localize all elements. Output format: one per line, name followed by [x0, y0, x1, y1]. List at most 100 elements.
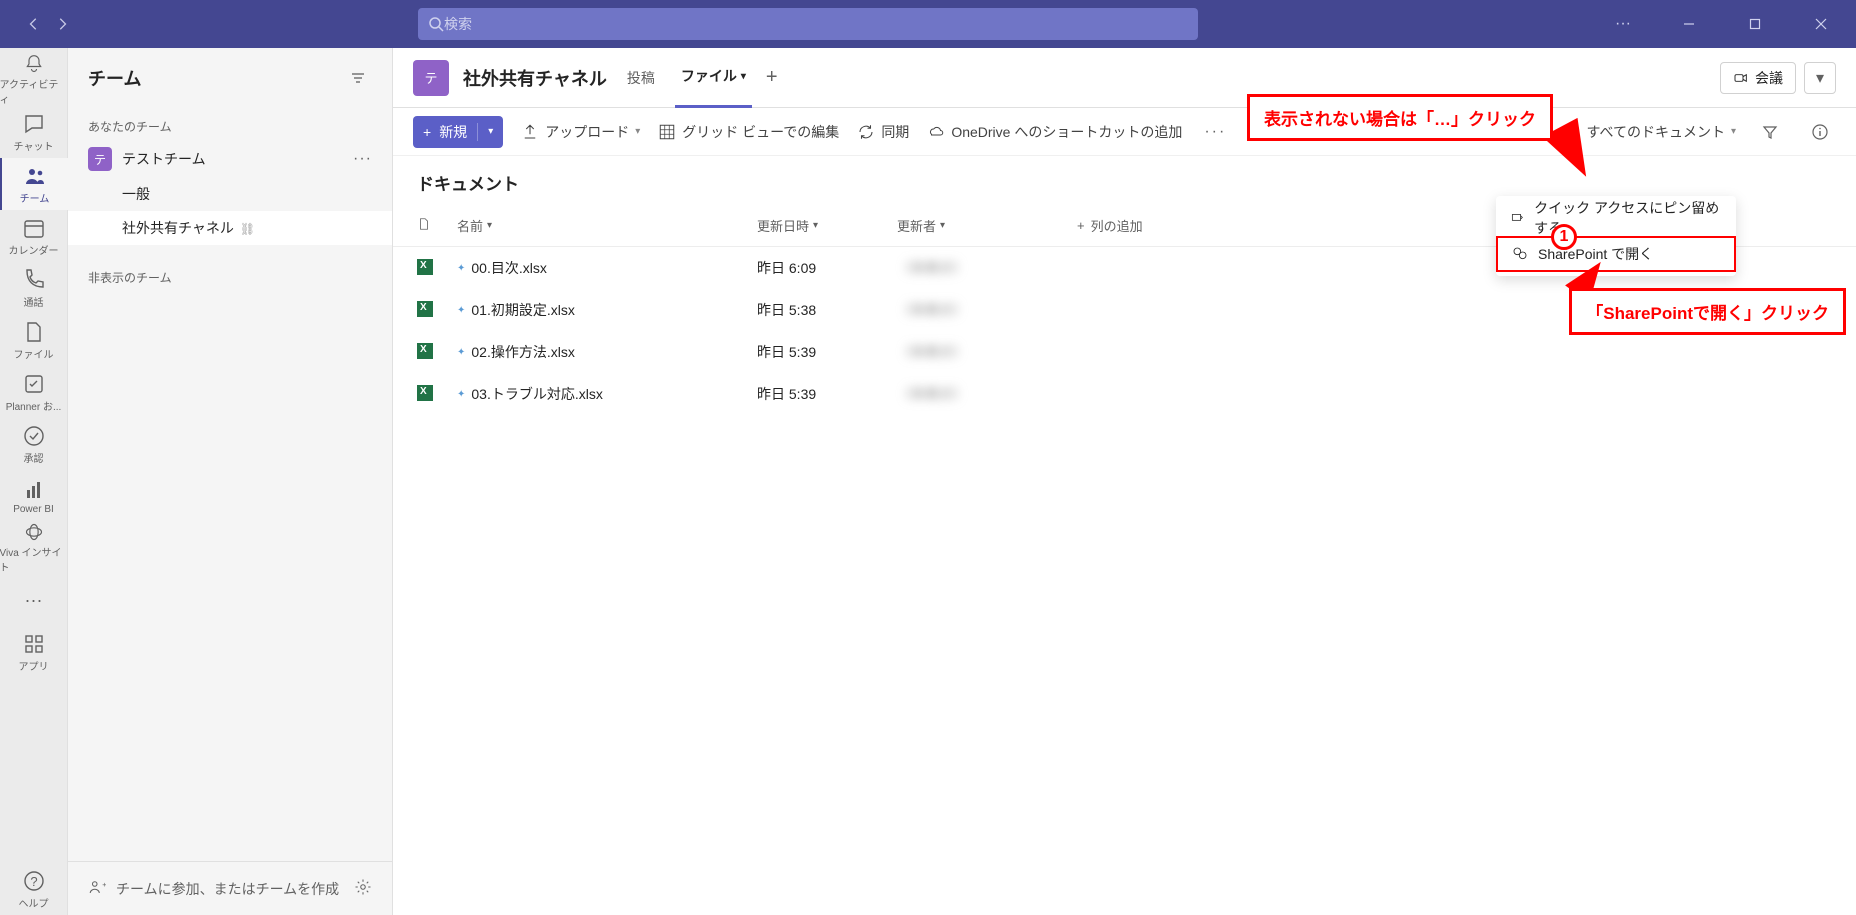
plus-icon: + [1077, 218, 1085, 233]
window-minimize-button[interactable] [1666, 8, 1712, 40]
filter-icon-button[interactable] [1754, 116, 1786, 148]
rail-activity[interactable]: アクティビティ [0, 54, 68, 106]
excel-icon [417, 385, 433, 401]
excel-icon [417, 259, 433, 275]
channel-header: テ 社外共有チャネル 投稿 ファイル▾ + 会議 ▾ [393, 48, 1856, 108]
add-column-button[interactable]: +列の追加 [1077, 216, 1143, 235]
shared-channel-icon: ⛓ [240, 222, 255, 236]
video-icon [1733, 70, 1749, 86]
excel-icon [417, 301, 433, 317]
info-icon-button[interactable] [1804, 116, 1836, 148]
file-name: 02.操作方法.xlsx [471, 342, 574, 362]
tab-files[interactable]: ファイル▾ [675, 48, 752, 108]
table-row[interactable]: ✦03.トラブル対応.xlsx昨日 5:39（非表示） [393, 373, 1856, 415]
team-name: テストチーム [122, 149, 343, 169]
rail-help[interactable]: ?ヘルプ [0, 863, 68, 915]
team-row[interactable]: テ テストチーム ··· [68, 141, 392, 177]
manage-teams-button[interactable] [354, 878, 372, 899]
file-modified-date: 昨日 5:39 [757, 342, 897, 362]
rail-teams[interactable]: チーム [0, 158, 68, 210]
sync-button[interactable]: 同期 [857, 122, 909, 142]
rail-apps[interactable]: アプリ [0, 626, 68, 678]
sidebar: チーム あなたのチーム テ テストチーム ··· 一般 社外共有チャネル⛓ 非表… [68, 48, 393, 915]
people-icon: + [88, 878, 106, 899]
channel-title: 社外共有チャネル [463, 65, 607, 91]
annotation-badge-1: 1 [1551, 224, 1577, 250]
rail-powerbi[interactable]: Power BI [0, 470, 68, 522]
svg-text:?: ? [30, 874, 37, 889]
view-selector[interactable]: すべてのドキュメント▾ [1565, 122, 1737, 142]
col-modifiedby-header[interactable]: 更新者▾ [897, 216, 1077, 235]
meet-dropdown-button[interactable]: ▾ [1804, 62, 1836, 94]
new-button[interactable]: +新規▾ [413, 116, 503, 148]
new-indicator-icon: ✦ [457, 389, 465, 400]
rail-approvals[interactable]: 承認 [0, 418, 68, 470]
team-avatar: テ [88, 147, 112, 171]
table-row[interactable]: ✦ 02.操作方法.xlsx 昨日 5:39（非表示） [393, 331, 1856, 373]
menu-pin-quick-access[interactable]: クイック アクセスにピン留めする [1496, 200, 1736, 236]
team-more-button[interactable]: ··· [353, 150, 372, 168]
tab-posts[interactable]: 投稿 [621, 48, 661, 108]
chevron-down-icon: ▾ [741, 71, 746, 82]
file-name: 00.目次.xlsx [471, 258, 546, 278]
file-modified-date: 昨日 5:38 [757, 300, 897, 320]
window-maximize-button[interactable] [1732, 8, 1778, 40]
grid-icon [658, 123, 676, 141]
titlebar: ··· [0, 0, 1856, 48]
sharepoint-icon [1512, 246, 1528, 262]
history-back-button[interactable] [22, 12, 46, 36]
menu-open-sharepoint[interactable]: SharePoint で開く [1496, 236, 1736, 272]
search-icon [428, 16, 444, 32]
new-indicator-icon: ✦ [457, 263, 465, 274]
file-modified-by: （非表示） [897, 342, 1077, 362]
rail-files[interactable]: ファイル [0, 314, 68, 366]
upload-button[interactable]: アップロード▾ [521, 122, 640, 142]
file-modified-by: （非表示） [897, 384, 1077, 404]
filter-button[interactable] [344, 64, 372, 92]
file-modified-date: 昨日 5:39 [757, 384, 897, 404]
upload-icon [521, 123, 539, 141]
sidebar-title: チーム [88, 65, 344, 91]
join-create-team-button[interactable]: チームに参加、またはチームを作成 [116, 879, 339, 899]
rail-chat[interactable]: チャット [0, 106, 68, 158]
file-modified-by: （非表示） [897, 258, 1077, 278]
search-box[interactable] [418, 8, 1198, 40]
new-indicator-icon: ✦ [457, 347, 465, 358]
toolbar-more-button[interactable]: ··· [1200, 123, 1230, 141]
excel-icon [417, 343, 433, 359]
sidebar-footer: + チームに参加、またはチームを作成 [68, 861, 392, 915]
channel-general[interactable]: 一般 [68, 177, 392, 211]
rail-calendar[interactable]: カレンダー [0, 210, 68, 262]
annotation-callout-1: 表示されない場合は「…」クリック [1247, 94, 1553, 141]
file-modified-by: （非表示） [897, 300, 1077, 320]
file-modified-date: 昨日 6:09 [757, 258, 897, 278]
history-forward-button[interactable] [50, 12, 74, 36]
more-options-button[interactable]: ··· [1600, 8, 1646, 40]
channel-external-shared[interactable]: 社外共有チャネル⛓ [68, 211, 392, 245]
col-name-header[interactable]: 名前▾ [457, 216, 757, 235]
annotation-callout-2: 「SharePointで開く」クリック [1569, 288, 1846, 335]
window-close-button[interactable] [1798, 8, 1844, 40]
grid-edit-button[interactable]: グリッド ビューでの編集 [658, 122, 839, 142]
meet-button[interactable]: 会議 [1720, 62, 1796, 94]
add-tab-button[interactable]: + [766, 66, 778, 89]
rail-calls[interactable]: 通話 [0, 262, 68, 314]
svg-text:+: + [102, 880, 106, 889]
channel-avatar: テ [413, 60, 449, 96]
hidden-teams-label: 非表示のチーム [68, 259, 392, 292]
your-teams-label: あなたのチーム [68, 108, 392, 141]
onedrive-shortcut-button[interactable]: OneDrive へのショートカットの追加 [927, 122, 1182, 142]
new-indicator-icon: ✦ [457, 305, 465, 316]
context-menu: クイック アクセスにピン留めする SharePoint で開く [1496, 196, 1736, 276]
rail-planner[interactable]: Planner お... [0, 366, 68, 418]
plus-icon: + [423, 124, 431, 140]
sync-icon [857, 123, 875, 141]
app-rail: アクティビティ チャット チーム カレンダー 通話 ファイル Planner お… [0, 48, 68, 915]
pin-icon [1510, 210, 1524, 226]
rail-ellipsis[interactable]: ··· [0, 574, 68, 626]
col-modified-header[interactable]: 更新日時▾ [757, 216, 897, 235]
file-toolbar: +新規▾ アップロード▾ グリッド ビューでの編集 同期 OneDrive への… [393, 108, 1856, 156]
rail-viva[interactable]: Viva インサイト [0, 522, 68, 574]
search-input[interactable] [444, 16, 1188, 32]
col-type-header[interactable] [417, 217, 457, 234]
